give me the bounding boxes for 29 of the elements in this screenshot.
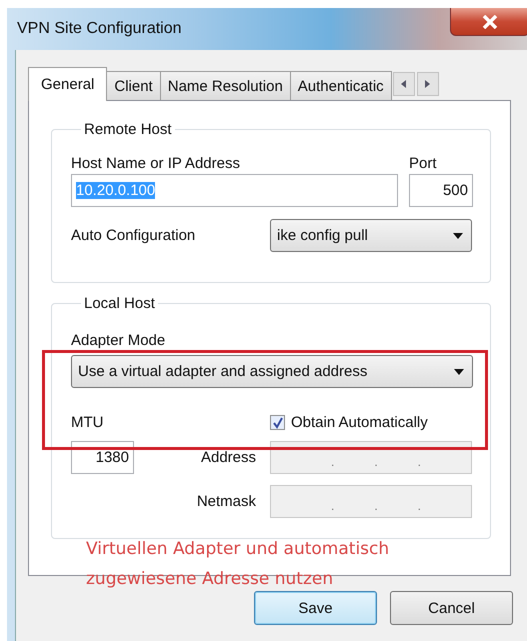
- mtu-input-field[interactable]: 1380: [71, 441, 134, 474]
- field-label: Netmask: [196, 493, 257, 510]
- obtain-automatically-checkbox[interactable]: Obtain Automatically: [270, 414, 428, 431]
- left-arrow-icon: [401, 80, 406, 88]
- field-label: Adapter Mode: [71, 332, 166, 349]
- field-label: Host Name or IP Address: [71, 154, 241, 172]
- dropdown-arrow-icon: [454, 368, 464, 374]
- dialog-button[interactable]: Save: [254, 591, 377, 625]
- close-button[interactable]: [450, 8, 527, 36]
- right-arrow-icon: [425, 80, 430, 88]
- field-label: Address: [200, 449, 257, 466]
- tab[interactable]: Client: [106, 71, 161, 100]
- dropdown-arrow-icon: [453, 232, 463, 238]
- auto-configuration-dropdown[interactable]: ike config pull: [270, 219, 472, 252]
- field-label: Auto Configuration: [71, 227, 196, 244]
- field-label: Port: [409, 154, 437, 172]
- group-title: Remote Host: [83, 121, 173, 138]
- scroll-left-button[interactable]: [392, 72, 415, 96]
- port-input-field[interactable]: 500: [409, 174, 473, 207]
- dialog-button[interactable]: Cancel: [390, 591, 513, 625]
- field-label: MTU: [71, 414, 104, 431]
- scroll-right-button[interactable]: [416, 72, 439, 96]
- close-icon: [482, 14, 498, 28]
- window-title: VPN Site Configuration: [17, 20, 182, 38]
- tab[interactable]: General: [28, 67, 108, 101]
- group-title: Local Host: [83, 295, 156, 312]
- tab[interactable]: Authenticatic: [290, 71, 392, 100]
- adapter-mode-dropdown[interactable]: Use a virtual adapter and assigned address: [71, 355, 473, 388]
- tab[interactable]: Name Resolution: [160, 71, 291, 100]
